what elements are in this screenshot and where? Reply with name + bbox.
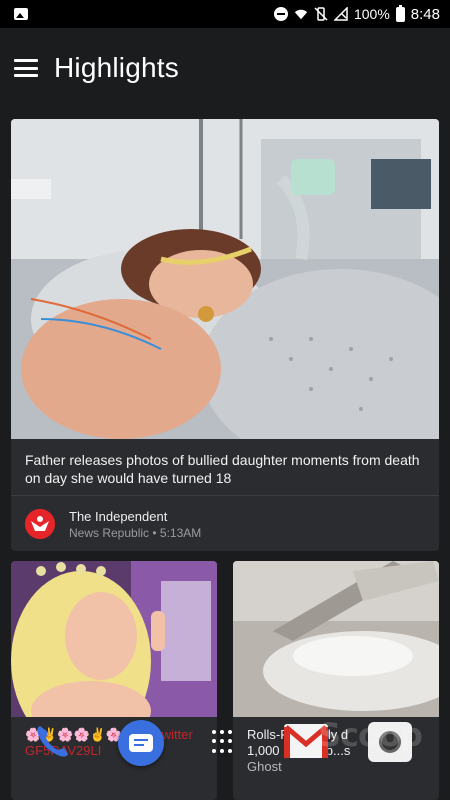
wifi-icon: [294, 9, 308, 20]
watermark: Scoop: [318, 716, 423, 754]
source-name: The Independent: [69, 509, 168, 524]
messages-icon[interactable]: [118, 720, 164, 766]
status-bar: 100% 8:48: [0, 0, 450, 28]
menu-icon[interactable]: [14, 59, 38, 77]
battery-icon: [395, 4, 405, 22]
news-image-powder: [233, 561, 439, 717]
apps-drawer-icon[interactable]: [212, 730, 236, 754]
card-divider: [11, 495, 439, 496]
do-not-disturb-icon: [273, 7, 288, 21]
the-independent-logo-icon: [25, 509, 55, 539]
source-meta: News Republic • 5:13AM: [69, 526, 202, 540]
app-header: Highlights: [0, 28, 450, 108]
phone-icon[interactable]: [30, 720, 74, 764]
no-signal-icon: [333, 7, 348, 21]
news-card-main[interactable]: Father releases photos of bullied daught…: [11, 119, 439, 551]
news-image-hospital: [11, 119, 439, 439]
news-headline[interactable]: Father releases photos of bullied daught…: [25, 451, 425, 487]
news-image-selfie: [11, 561, 217, 717]
clock: 8:48: [410, 5, 440, 23]
vibrate-off-icon: [314, 7, 328, 21]
battery-percent: 100%: [353, 6, 390, 22]
page-title: Highlights: [54, 52, 179, 83]
gallery-icon: [14, 8, 28, 20]
